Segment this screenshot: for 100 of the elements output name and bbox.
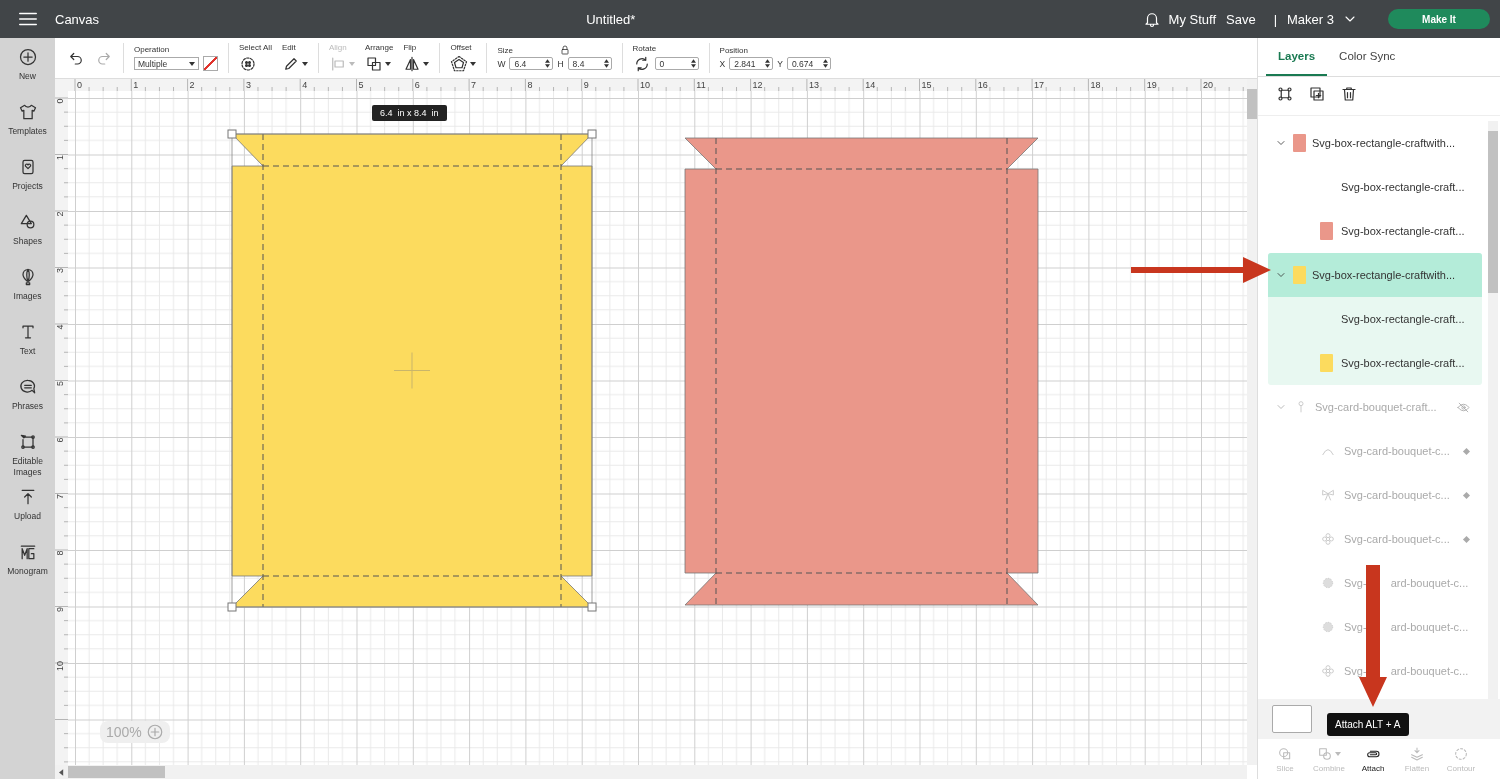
- caret-icon: [189, 61, 195, 66]
- notification-bell-icon[interactable]: [1142, 10, 1161, 28]
- layer-name: Svg-box-rectangle-craft...: [1341, 225, 1465, 237]
- ruler-label: 19: [1146, 80, 1157, 90]
- shape-thumbnail-icon: [1320, 531, 1336, 547]
- tool-label: Flip: [403, 42, 417, 52]
- layer-name: Svg-box-rectangle-craft...: [1341, 181, 1465, 193]
- ruler-label: 14: [865, 80, 876, 90]
- overlap-squares-icon: [364, 54, 383, 73]
- ruler-label: 16: [977, 80, 988, 90]
- y-position-field[interactable]: 0.674: [786, 57, 831, 70]
- ruler-label: 18: [1090, 80, 1101, 90]
- layer-name: ard-bouquet-c...: [1390, 665, 1469, 677]
- layer-name: Svg-: [1344, 577, 1367, 589]
- ruler-label: 5: [358, 80, 364, 90]
- sidebar-item[interactable]: Upload: [0, 487, 55, 533]
- action-button[interactable]: Attach: [1354, 745, 1392, 773]
- shirt-icon: [17, 102, 38, 122]
- dotted-circle-icon: [239, 54, 257, 73]
- offset-icon: [450, 54, 469, 73]
- shape-thumbnail-icon: [1320, 575, 1336, 591]
- shape-thumbnail-icon: [1320, 487, 1336, 503]
- rotate-field[interactable]: 0: [654, 57, 699, 70]
- sidebar-item[interactable]: Images: [0, 267, 55, 313]
- ruler-label: 10: [640, 80, 650, 90]
- sidebar-item[interactable]: Templates: [0, 102, 55, 148]
- scroll-left-icon[interactable]: [59, 768, 64, 776]
- ruler-label: 15: [921, 80, 932, 90]
- horizontal-scrollbar[interactable]: [55, 765, 1247, 779]
- vertical-scrollbar[interactable]: [1247, 79, 1257, 765]
- ruler-label: 10: [55, 661, 65, 671]
- ruler-label: 3: [55, 268, 65, 273]
- duplicate-icon[interactable]: [1308, 85, 1326, 103]
- layer-name: Svg-: [1344, 621, 1367, 633]
- layer-name: Svg-card-bouquet-c...: [1344, 533, 1450, 545]
- tool-label: Edit: [281, 42, 296, 52]
- group-icon[interactable]: [1276, 85, 1294, 103]
- delete-icon[interactable]: [1340, 85, 1358, 103]
- sidebar-item[interactable]: Shapes: [0, 212, 55, 258]
- shape-thumbnail-icon: [1320, 663, 1336, 679]
- tool-label: Offset: [450, 42, 472, 52]
- zoom-level: 100%: [106, 724, 142, 740]
- width-field[interactable]: 6.4: [509, 57, 554, 70]
- spinner-icon[interactable]: [545, 59, 551, 68]
- ruler-label: 3: [245, 80, 251, 90]
- caret-icon: [384, 61, 391, 66]
- layer-name: Svg-box-rectangle-craft...: [1341, 313, 1465, 325]
- x-position-field[interactable]: 2.841: [729, 57, 774, 70]
- layer-row[interactable]: Svg-box-rectangle-craft...: [1268, 297, 1482, 341]
- panel-tab[interactable]: Color Sync: [1327, 38, 1408, 76]
- sidebar-item[interactable]: New: [0, 47, 55, 93]
- spinner-icon[interactable]: [690, 59, 696, 68]
- spinner-icon[interactable]: [822, 59, 828, 68]
- top-link[interactable]: My Stuff: [1168, 11, 1216, 27]
- layer-group-row[interactable]: Svg-box-rectangle-craftwith...: [1268, 253, 1482, 297]
- layer-name: ard-bouquet-c...: [1390, 577, 1469, 589]
- flatten-icon: [1409, 745, 1425, 762]
- ruler-label: 2: [55, 211, 65, 217]
- top-link[interactable]: Save: [1226, 11, 1256, 27]
- blank-swatch[interactable]: [1272, 705, 1312, 733]
- operation-dropdown[interactable]: Multiple: [134, 57, 199, 70]
- spinner-icon[interactable]: [603, 59, 609, 68]
- layer-name: Svg-card-bouquet-c...: [1344, 489, 1450, 501]
- ruler-label: 2: [189, 80, 195, 90]
- sidebar-item[interactable]: Text: [0, 322, 55, 368]
- sidebar-item[interactable]: Projects: [0, 157, 55, 203]
- height-field[interactable]: 8.4: [567, 57, 612, 70]
- ruler-label: 17: [1034, 80, 1045, 90]
- panel-tab[interactable]: Layers: [1266, 38, 1328, 76]
- layer-group-row[interactable]: Svg-box-rectangle-craftwith...: [1268, 121, 1482, 165]
- flip-icon: [403, 54, 422, 73]
- make-it-button[interactable]: Make It: [1388, 9, 1490, 29]
- size-tooltip: 6.4 in x 8.4 in: [372, 105, 447, 121]
- offset-button[interactable]: [450, 53, 477, 74]
- layer-row[interactable]: Svg-box-rectangle-craft...: [1268, 341, 1482, 385]
- ruler-label: 1: [133, 80, 139, 90]
- dashed-circle-icon: [1453, 745, 1469, 762]
- field-label: Y: [777, 58, 783, 69]
- layer-name: Svg-box-rectangle-craft...: [1341, 357, 1465, 369]
- ruler-label: 4: [302, 80, 308, 90]
- tool-label: Select All: [239, 42, 272, 52]
- no-color-swatch[interactable]: [203, 56, 218, 71]
- shape-thumbnail-icon: [1320, 619, 1336, 635]
- tool-label: Position: [719, 46, 748, 55]
- layer-row[interactable]: Svg-box-rectangle-craft...: [1268, 209, 1482, 253]
- ruler-label: 20: [1203, 80, 1213, 90]
- spinner-icon[interactable]: [765, 59, 771, 68]
- slice-icon: [1277, 745, 1293, 762]
- layers-scrollbar[interactable]: [1488, 121, 1498, 699]
- layer-row[interactable]: Svg-box-rectangle-craft...: [1268, 165, 1482, 209]
- tool-label: Operation: [134, 45, 170, 54]
- sidebar-item[interactable]: Editable Images: [0, 432, 55, 478]
- lock-icon[interactable]: [559, 44, 572, 56]
- ruler-label: 0: [77, 80, 82, 90]
- sidebar-item[interactable]: Monogram: [0, 542, 55, 588]
- sidebar-item[interactable]: Phrases: [0, 377, 55, 423]
- caret-icon: [301, 61, 308, 66]
- center-crosshair: [393, 352, 431, 389]
- layer-name: Svg-box-rectangle-craftwith...: [1312, 269, 1456, 281]
- machine-dropdown[interactable]: Maker 3: [1287, 11, 1358, 27]
